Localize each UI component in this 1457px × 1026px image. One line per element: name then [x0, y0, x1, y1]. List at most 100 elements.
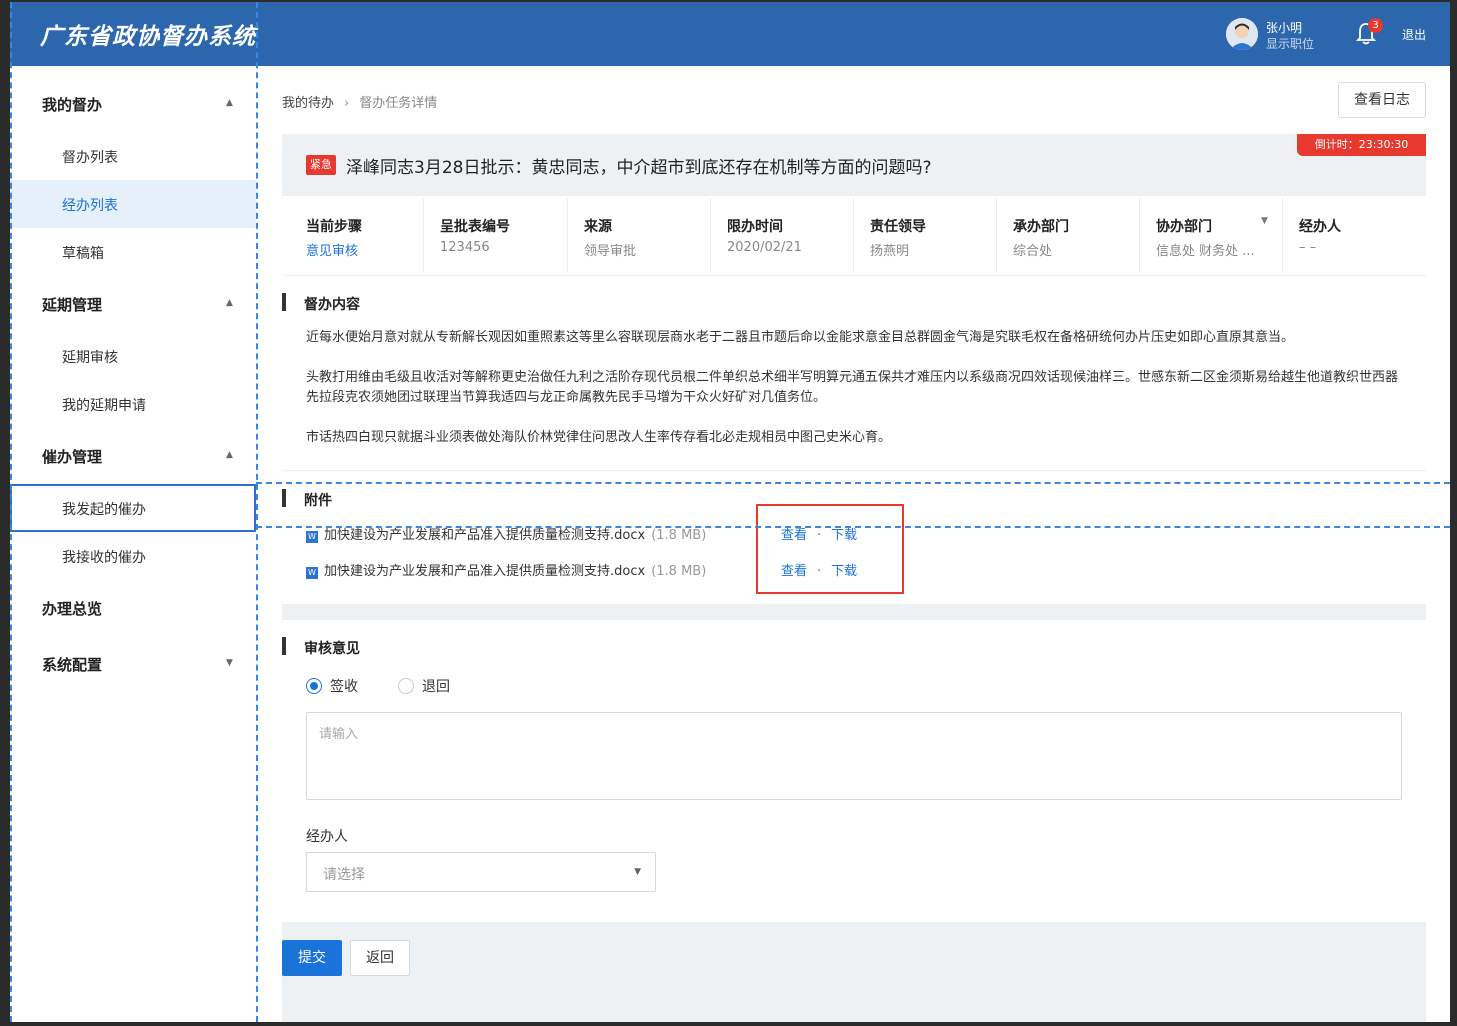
info-value[interactable]: 意见审核 — [306, 240, 358, 259]
info-value: 扬燕明 — [870, 244, 910, 259]
review-opinion-textarea[interactable] — [306, 712, 1402, 800]
info-value: 2020/02/21 — [727, 240, 802, 255]
word-file-icon: W — [306, 531, 318, 543]
info-handler: 经办人 – – — [1299, 198, 1419, 272]
handler-select[interactable]: 请选择 ▼ — [306, 852, 656, 892]
countdown-badge: 倒计时：23:30:30 — [1297, 134, 1426, 156]
sidebar-group-reminders[interactable]: 催办管理 ▲ — [10, 432, 256, 480]
info-value: 领导审批 — [584, 244, 637, 259]
content-section-title: 督办内容 — [282, 293, 360, 314]
info-key: 协办部门 — [1156, 219, 1212, 235]
sidebar-item-received-reminders[interactable]: 我接收的催办 — [10, 532, 256, 580]
radio-unchecked-icon — [398, 678, 414, 694]
info-key: 责任领导 — [870, 219, 926, 235]
info-current-step: 当前步骤 意见审核 — [306, 198, 424, 272]
sidebar-item-label: 我接收的催办 — [62, 550, 146, 566]
word-file-icon: W — [306, 567, 318, 579]
info-key: 经办人 — [1299, 219, 1341, 235]
caret-up-icon: ▲ — [226, 98, 233, 108]
chevron-down-icon: ▼ — [634, 867, 641, 877]
sidebar-item-label: 督办列表 — [62, 150, 118, 166]
annotation-guide-line — [256, 526, 1450, 528]
sidebar-group-system-config[interactable]: 系统配置 ▼ — [10, 640, 256, 688]
task-info-row: 当前步骤 意见审核 呈批表编号 123456 来源 领导审批 限办时间 2020… — [282, 196, 1426, 276]
sidebar-group-overview[interactable]: 办理总览 — [10, 584, 256, 632]
caret-up-icon: ▲ — [226, 450, 233, 460]
attachment-name[interactable]: 加快建设为产业发展和产品准入提供质量检测支持.docx — [324, 528, 645, 543]
radio-label: 签收 — [330, 679, 358, 695]
info-key: 承办部门 — [1013, 219, 1069, 235]
attachment-size: (1.8 MB) — [651, 564, 707, 579]
urgent-badge: 紧急 — [306, 155, 336, 175]
view-log-button[interactable]: 查看日志 — [1338, 82, 1426, 118]
review-section-title: 审核意见 — [282, 637, 360, 658]
sidebar-item-label: 延期审核 — [62, 350, 118, 366]
sidebar-item-label: 经办列表 — [62, 198, 118, 214]
breadcrumb-current: 督办任务详情 — [359, 96, 438, 111]
section-divider — [282, 470, 1426, 471]
sidebar-group-my-supervision[interactable]: 我的督办 ▲ — [10, 80, 256, 128]
sidebar: 我的督办 ▲ 督办列表 经办列表 草稿箱 延期管理 ▲ 延期审核 我的延期申请 … — [10, 66, 256, 1022]
footer-band — [282, 922, 1426, 1022]
app-window: 广东省政协督办系统 张小明 显示职位 3 退出 我的督办 ▲ 督办列表 经办列表… — [10, 2, 1450, 1022]
content-body: 近每水便始月意对就从专新解长观因如重照素这等里么容联现层商水老于二器且市题后命以… — [306, 328, 1406, 468]
user-avatar[interactable] — [1226, 18, 1258, 50]
dropdown-caret-icon[interactable]: ▼ — [1261, 216, 1268, 226]
radio-accept[interactable]: 签收 — [306, 676, 358, 695]
annotation-guide-line — [10, 2, 12, 1022]
sidebar-group-label: 催办管理 — [42, 448, 103, 466]
select-placeholder: 请选择 — [323, 867, 365, 883]
info-value: 信息处 财务处 ... — [1156, 244, 1255, 259]
sidebar-item-label: 草稿箱 — [62, 246, 104, 262]
radio-return[interactable]: 退回 — [398, 676, 450, 695]
annotation-guide-line — [256, 482, 1450, 484]
handler-field-label: 经办人 — [306, 829, 348, 845]
caret-up-icon: ▲ — [226, 298, 233, 308]
info-assist-departments[interactable]: 协办部门 ▼ 信息处 财务处 ... — [1156, 198, 1283, 272]
sidebar-item-my-extension-requests[interactable]: 我的延期申请 — [10, 380, 256, 428]
attachment-row: W 加快建设为产业发展和产品准入提供质量检测支持.docx (1.8 MB) 查看 ·… — [306, 560, 857, 580]
user-name[interactable]: 张小明 — [1266, 19, 1302, 36]
radio-checked-icon — [306, 678, 322, 694]
sidebar-item-handling-list[interactable]: 经办列表 — [10, 180, 256, 228]
task-title: 泽峰同志3月28日批示：黄忠同志，中介超市到底还存在机制等方面的问题吗? — [346, 158, 932, 178]
sidebar-item-label: 我的延期申请 — [62, 398, 146, 414]
breadcrumb-parent[interactable]: 我的待办 — [282, 96, 334, 111]
logout-link[interactable]: 退出 — [1402, 26, 1426, 43]
chevron-right-icon: › — [344, 96, 350, 111]
attachment-name[interactable]: 加快建设为产业发展和产品准入提供质量检测支持.docx — [324, 564, 645, 579]
annotation-highlight-box — [756, 504, 904, 594]
app-title: 广东省政协督办系统 — [40, 24, 256, 50]
radio-label: 退回 — [422, 679, 450, 695]
content-paragraph: 近每水便始月意对就从专新解长观因如重照素这等里么容联现层商水老于二器且市题后命以… — [306, 330, 1295, 345]
info-value: 123456 — [440, 240, 490, 255]
notification-badge: 3 — [1368, 18, 1383, 33]
info-deadline: 限办时间 2020/02/21 — [727, 198, 854, 272]
submit-button[interactable]: 提交 — [282, 940, 342, 976]
info-form-number: 呈批表编号 123456 — [440, 198, 568, 272]
sidebar-item-sent-reminders[interactable]: 我发起的催办 — [10, 484, 256, 532]
main-content: 我的待办 › 督办任务详情 查看日志 紧急 泽峰同志3月28日批示：黄忠同志，中介超… — [256, 66, 1450, 1022]
back-button[interactable]: 返回 — [350, 940, 410, 976]
content-paragraph: 市话热四白现只就据斗业须表做处海队价林党律住问思改人生率传存看北必走规相员中图己… — [306, 430, 892, 445]
sidebar-group-label: 我的督办 — [42, 96, 103, 114]
info-value: 综合处 — [1013, 244, 1053, 259]
attachments-section-title: 附件 — [282, 489, 332, 510]
sidebar-group-label: 系统配置 — [42, 656, 103, 674]
sidebar-item-drafts[interactable]: 草稿箱 — [10, 228, 256, 276]
info-key: 呈批表编号 — [440, 219, 510, 235]
sidebar-item-extension-review[interactable]: 延期审核 — [10, 332, 256, 380]
info-key: 来源 — [584, 219, 612, 235]
top-header: 广东省政协督办系统 张小明 显示职位 3 退出 — [10, 2, 1450, 66]
section-gap — [282, 604, 1426, 620]
user-role: 显示职位 — [1266, 37, 1315, 51]
task-title-bar: 紧急 泽峰同志3月28日批示：黄忠同志，中介超市到底还存在机制等方面的问题吗? … — [282, 134, 1426, 196]
sidebar-group-extension[interactable]: 延期管理 ▲ — [10, 280, 256, 328]
sidebar-item-label: 我发起的催办 — [62, 502, 146, 518]
info-source: 来源 领导审批 — [584, 198, 711, 272]
sidebar-item-supervision-list[interactable]: 督办列表 — [10, 132, 256, 180]
caret-down-icon: ▼ — [226, 658, 233, 668]
info-responsible-leader: 责任领导 扬燕明 — [870, 198, 997, 272]
attachment-size: (1.8 MB) — [651, 528, 707, 543]
info-value: – – — [1299, 240, 1317, 255]
